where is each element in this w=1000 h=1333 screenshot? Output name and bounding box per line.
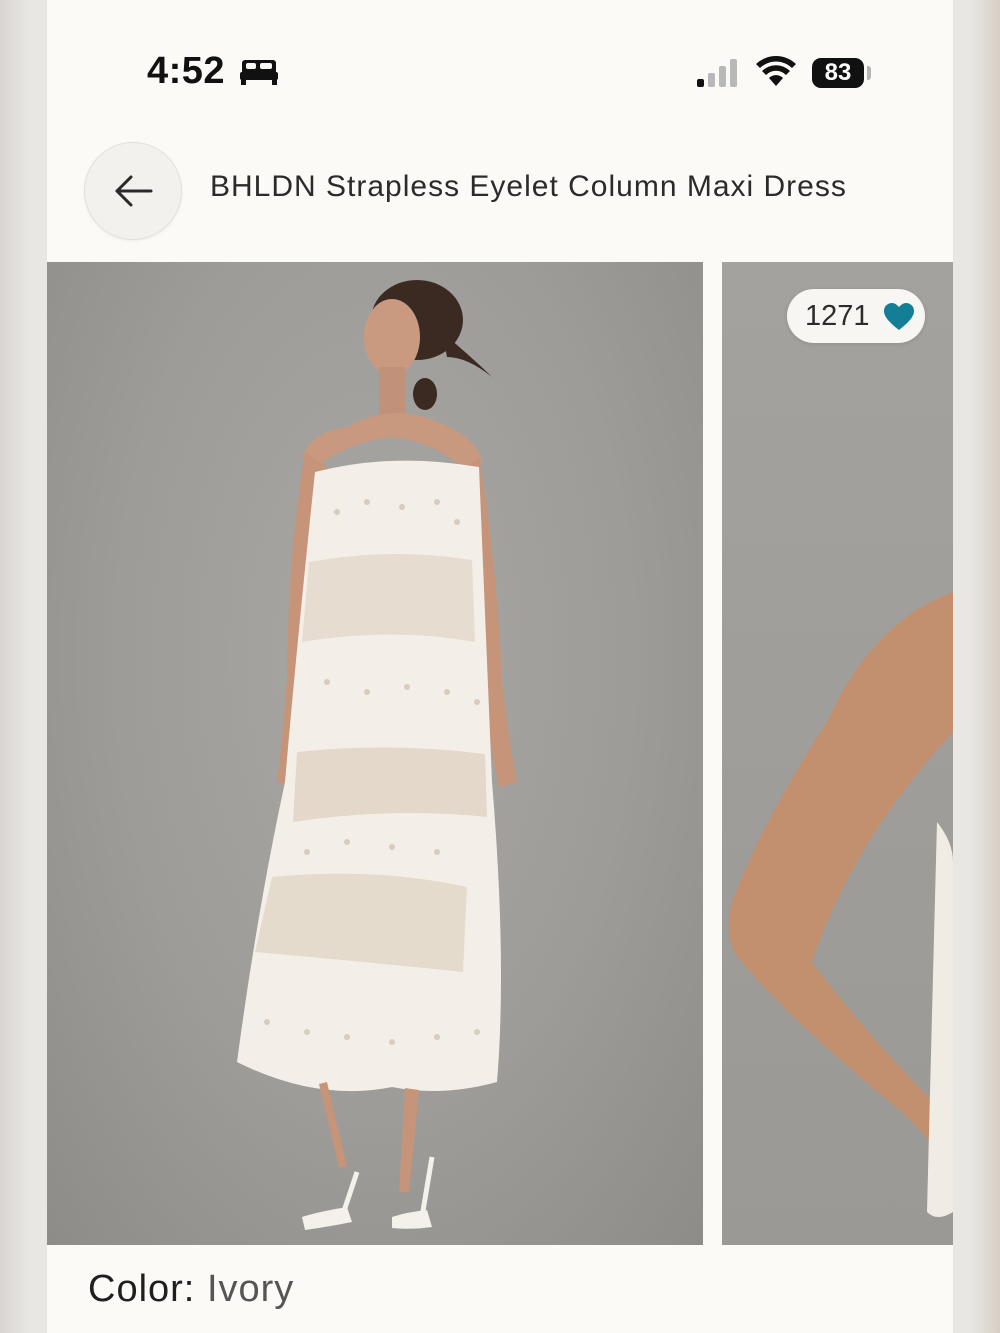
battery-icon: 83	[812, 58, 864, 88]
product-photo	[237, 280, 517, 1230]
color-selection: Color: Ivory	[88, 1268, 294, 1311]
like-count: 1271	[805, 300, 870, 332]
wifi-icon	[756, 56, 796, 86]
like-button[interactable]: 1271	[787, 289, 925, 343]
product-photo-2	[728, 592, 953, 1217]
status-time: 4:52	[147, 50, 226, 92]
arrow-left-icon	[115, 175, 153, 207]
product-image-main[interactable]	[47, 262, 703, 1245]
bed-icon	[240, 60, 278, 85]
color-value: Ivory	[206, 1268, 295, 1310]
color-label: Color:	[88, 1268, 196, 1310]
battery-tip	[867, 66, 871, 80]
page-title: BHLDN Strapless Eyelet Column Maxi Dress	[210, 170, 847, 203]
back-button[interactable]	[84, 142, 182, 240]
product-image-secondary[interactable]	[722, 262, 953, 1245]
signal-icon	[697, 59, 737, 87]
heart-icon	[884, 303, 914, 330]
product-screen: 4:52 83 BHLDN Strapless Eyelet Column Ma…	[47, 0, 953, 1333]
